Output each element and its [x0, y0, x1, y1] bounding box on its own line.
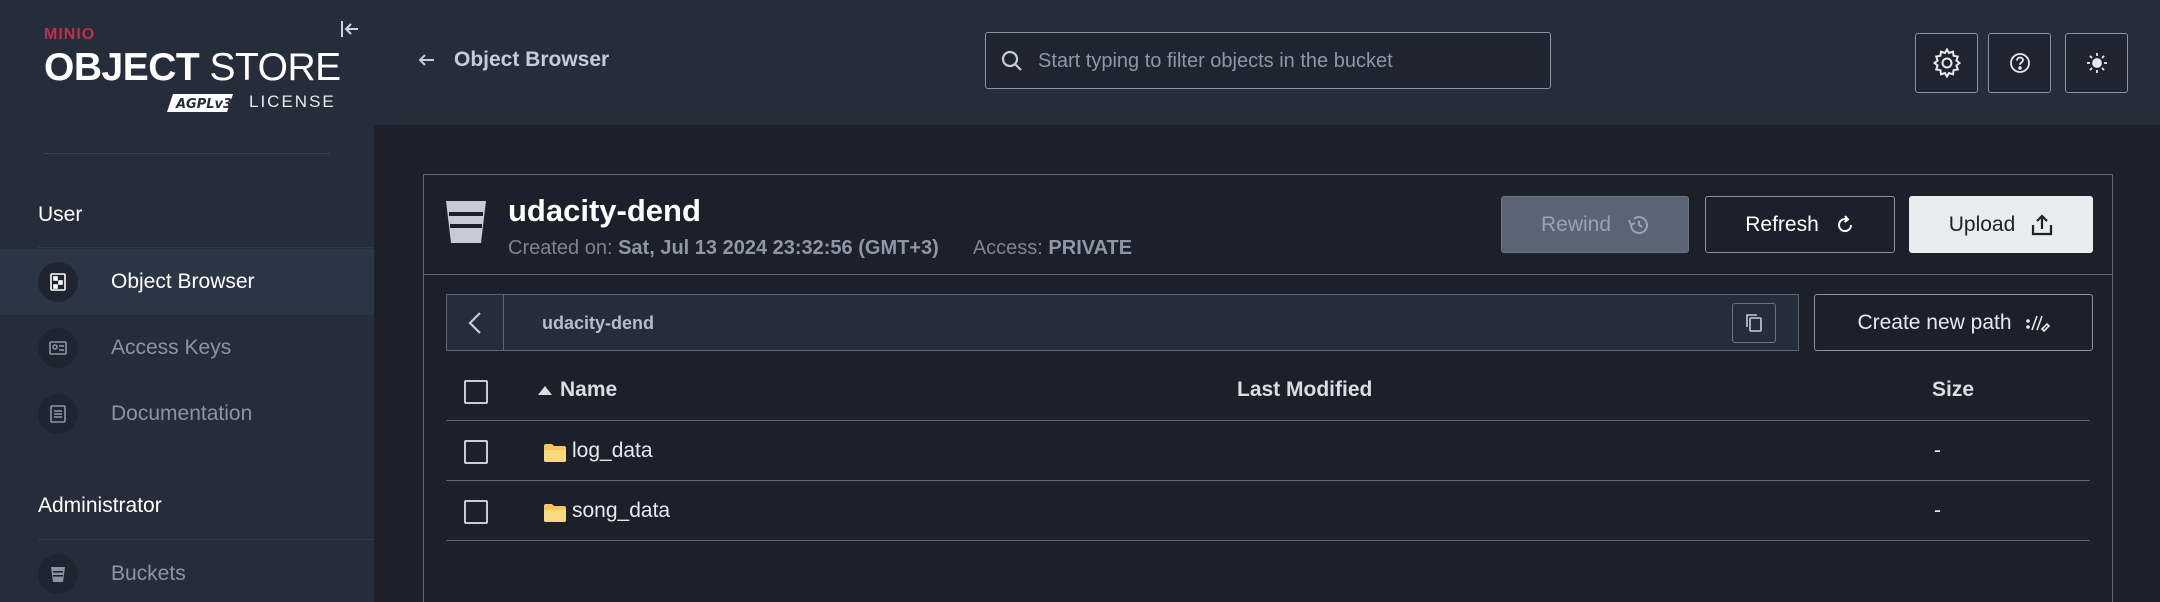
column-header-size[interactable]: Size — [1932, 378, 1974, 402]
search-icon — [1001, 50, 1022, 71]
rewind-button[interactable]: Rewind — [1501, 196, 1689, 253]
upload-icon — [2032, 213, 2053, 235]
new-path-icon — [2025, 315, 2050, 332]
theme-toggle-button[interactable] — [2065, 33, 2128, 93]
help-button[interactable] — [1988, 33, 2051, 93]
table-row[interactable]: song_data - — [446, 481, 2090, 541]
access-label: Access: — [972, 237, 1043, 259]
sidebar-item-buckets[interactable]: Buckets — [0, 541, 374, 602]
settings-button[interactable] — [1915, 33, 1978, 93]
theme-toggle-icon — [2086, 53, 2107, 73]
section-title-user: User — [38, 203, 83, 226]
folder-icon — [544, 504, 566, 522]
copy-icon — [1746, 314, 1762, 332]
bucket-header: udacity-dend Created on: Sat, Jul 13 202… — [424, 175, 2112, 275]
chevron-left-icon — [468, 311, 481, 334]
row-name[interactable]: song_data — [572, 499, 670, 523]
sidebar-divider — [44, 153, 330, 154]
row-size: - — [1934, 439, 1941, 462]
refresh-button[interactable]: Refresh — [1705, 196, 1895, 253]
sidebar: MINIO OBJECT STORE AGPLv3 LICENSE User O… — [0, 0, 374, 602]
object-browser-icon — [38, 262, 78, 302]
select-all-checkbox[interactable] — [464, 380, 488, 404]
documentation-icon — [38, 394, 78, 434]
table-header: Name Last Modified Size — [446, 361, 2090, 421]
row-name[interactable]: log_data — [572, 439, 653, 463]
bucket-icon — [444, 199, 488, 250]
access-value: PRIVATE — [1048, 237, 1133, 259]
create-new-path-button[interactable]: Create new path — [1814, 294, 2093, 351]
create-new-path-label: Create new path — [1857, 310, 2012, 334]
license-label: LICENSE — [249, 92, 336, 111]
created-label: Created on: — [508, 237, 613, 259]
upload-label: Upload — [1948, 212, 2016, 236]
current-path: udacity-dend — [542, 313, 655, 333]
store-word: STORE — [209, 46, 342, 89]
sidebar-item-access-keys[interactable]: Access Keys — [0, 315, 374, 381]
path-back-button[interactable] — [447, 295, 504, 350]
history-icon — [1628, 215, 1649, 234]
minio-wordmark: MINIO — [44, 26, 96, 43]
table-row[interactable]: log_data - — [446, 421, 2090, 481]
sort-ascending-icon — [538, 385, 552, 395]
top-header: Object Browser — [374, 0, 2160, 125]
bucket-icon — [38, 554, 78, 594]
column-header-name[interactable]: Name — [538, 378, 617, 402]
refresh-icon — [1837, 214, 1852, 232]
minio-logo[interactable]: MINIO OBJECT STORE AGPLv3 LICENSE — [44, 26, 344, 118]
refresh-label: Refresh — [1745, 212, 1819, 236]
object-store-title: OBJECT STORE — [44, 46, 341, 90]
sidebar-item-object-browser[interactable]: Object Browser — [0, 249, 374, 315]
svg-text:AGPLv3: AGPLv3 — [175, 97, 232, 112]
arrow-left-icon — [418, 54, 434, 66]
help-icon — [2009, 53, 2030, 73]
sidebar-item-documentation[interactable]: Documentation — [0, 381, 374, 447]
sidebar-item-label: Object Browser — [111, 270, 255, 293]
row-size: - — [1934, 499, 1941, 522]
section-separator — [38, 539, 374, 540]
bucket-panel: udacity-dend Created on: Sat, Jul 13 202… — [423, 174, 2113, 602]
column-header-last-modified[interactable]: Last Modified — [1237, 378, 1372, 402]
back-to-object-browser[interactable]: Object Browser — [418, 48, 609, 72]
row-checkbox[interactable] — [464, 500, 488, 524]
object-search[interactable] — [985, 32, 1551, 89]
collapse-sidebar-icon[interactable] — [339, 18, 361, 40]
column-name-label: Name — [560, 378, 618, 401]
folder-icon — [544, 444, 566, 462]
section-title-administrator: Administrator — [38, 494, 162, 517]
created-value: Sat, Jul 13 2024 23:32:56 (GMT+3) — [618, 237, 939, 259]
rewind-label: Rewind — [1540, 212, 1612, 236]
bucket-name: udacity-dend — [508, 193, 701, 228]
object-word: OBJECT — [44, 46, 200, 89]
sidebar-item-label: Access Keys — [111, 336, 232, 359]
back-link-label: Object Browser — [454, 48, 610, 71]
sidebar-item-label: Documentation — [111, 402, 253, 425]
agpl-logo: AGPLv3 — [163, 92, 235, 114]
gear-icon — [1932, 48, 1961, 78]
sidebar-item-label: Buckets — [111, 562, 186, 585]
search-input[interactable] — [1038, 43, 1538, 79]
bucket-meta: Created on: Sat, Jul 13 2024 23:32:56 (G… — [508, 237, 1132, 260]
upload-button[interactable]: Upload — [1909, 196, 2093, 253]
path-breadcrumb: udacity-dend — [446, 294, 1799, 351]
access-keys-icon — [38, 328, 78, 368]
section-separator — [38, 247, 374, 248]
row-checkbox[interactable] — [464, 440, 488, 464]
copy-path-button[interactable] — [1732, 303, 1776, 343]
